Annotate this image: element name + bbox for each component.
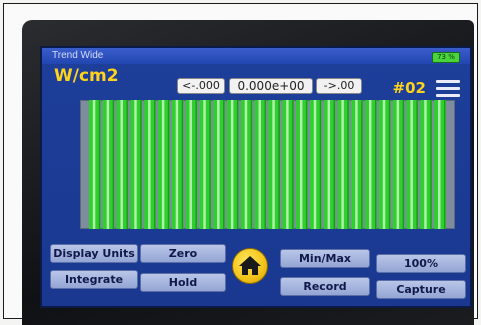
hold-button[interactable]: Hold xyxy=(140,273,226,292)
title-bar: Trend Wide 73 % xyxy=(42,48,470,64)
previous-button[interactable]: <-.000 xyxy=(177,78,225,94)
trend-bar xyxy=(227,100,239,229)
trend-bar xyxy=(309,100,322,229)
trend-bar xyxy=(213,100,226,229)
zoom-100-button[interactable]: 100% xyxy=(376,254,466,273)
trend-bar xyxy=(89,100,101,229)
trend-bar xyxy=(254,100,267,229)
device-screen: Trend Wide 73 % W/cm2 <-.000 0.000e+00 -… xyxy=(40,46,472,308)
trend-bar xyxy=(199,100,212,229)
record-button[interactable]: Record xyxy=(280,277,370,296)
trend-bar xyxy=(323,100,336,229)
trend-bar xyxy=(337,100,350,229)
trend-bar xyxy=(158,100,170,229)
home-icon xyxy=(239,256,261,275)
trend-bar xyxy=(282,100,295,229)
zero-button[interactable]: Zero xyxy=(140,244,226,263)
home-button[interactable] xyxy=(232,248,268,284)
next-button[interactable]: ->.00 xyxy=(316,78,362,94)
trend-bars xyxy=(89,100,446,229)
trend-bar xyxy=(392,100,405,229)
trend-bar xyxy=(378,100,391,229)
trend-plot xyxy=(80,100,455,229)
trend-bar xyxy=(102,100,115,229)
trend-bar xyxy=(185,100,198,229)
window-title: Trend Wide xyxy=(52,50,104,61)
trend-bar xyxy=(240,100,253,229)
trend-bar xyxy=(144,100,157,229)
units-label: W/cm2 xyxy=(54,66,119,86)
hamburger-menu-icon[interactable] xyxy=(436,80,460,100)
trend-bar xyxy=(130,100,143,229)
integrate-button[interactable]: Integrate xyxy=(50,270,138,289)
trend-bar xyxy=(171,100,184,229)
capture-button[interactable]: Capture xyxy=(376,280,466,299)
trend-bar xyxy=(351,100,364,229)
trend-bar xyxy=(406,100,419,229)
trend-bar xyxy=(296,100,308,229)
trend-bar xyxy=(420,100,433,229)
battery-indicator: 73 % xyxy=(432,52,460,63)
trend-bar xyxy=(365,100,377,229)
display-units-button[interactable]: Display Units xyxy=(50,244,138,263)
trend-bar xyxy=(116,100,129,229)
trend-bar xyxy=(434,100,446,229)
reading-value: 0.000e+00 xyxy=(229,78,313,94)
min-max-button[interactable]: Min/Max xyxy=(280,249,370,268)
channel-number: #02 xyxy=(392,79,426,97)
trend-bar xyxy=(268,100,281,229)
